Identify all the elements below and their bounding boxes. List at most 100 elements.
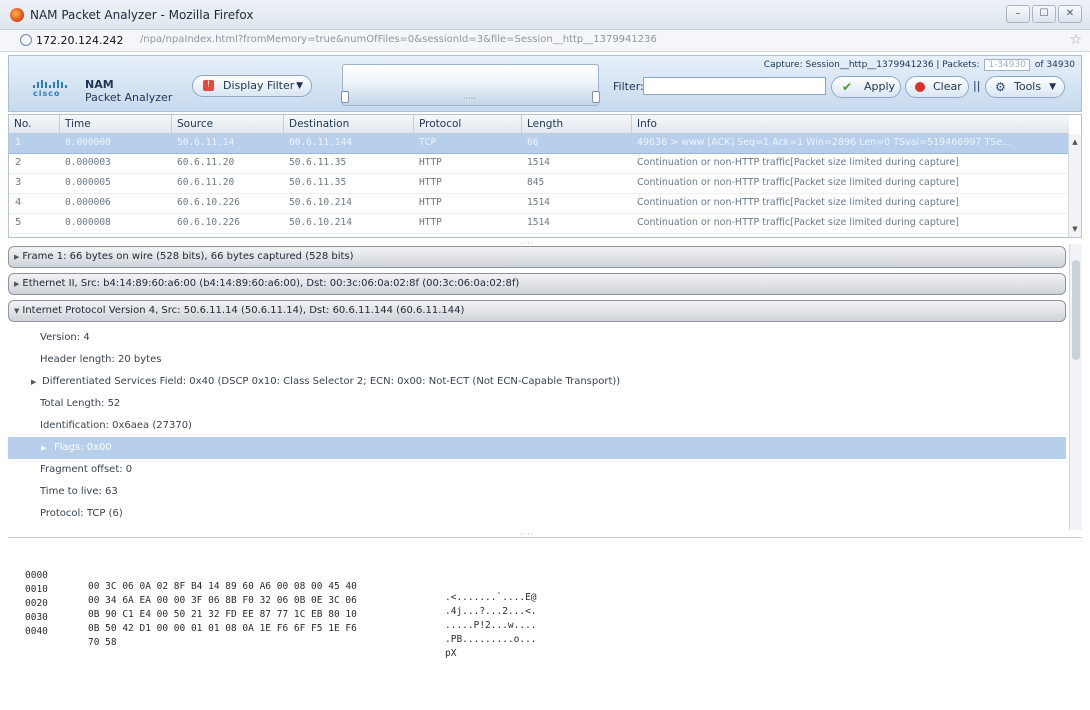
hex-line: 0040 70 58 pX bbox=[8, 615, 456, 659]
apply-label: Apply bbox=[864, 80, 896, 93]
hex-ascii[interactable]: .4j...?...2...<. bbox=[445, 606, 537, 617]
url-path[interactable]: /npa/npaIndex.html?fromMemory=true&numOf… bbox=[140, 34, 657, 45]
details-scroll-thumb[interactable] bbox=[1072, 260, 1080, 360]
cell-time: 0.000005 bbox=[65, 177, 111, 188]
tree-field-label: Identification: 0x6aea (27370) bbox=[40, 420, 192, 431]
table-row[interactable]: 4 0.000006 60.6.10.226 50.6.10.214 HTTP … bbox=[9, 194, 1069, 214]
table-row[interactable]: 1 0.000000 50.6.11.14 60.6.11.144 TCP 66… bbox=[9, 134, 1069, 154]
timeline-grip-icon: ····· bbox=[463, 94, 476, 103]
filter-icon: ! bbox=[203, 80, 214, 91]
tree-field[interactable]: ▶ Differentiated Services Field: 0x40 (D… bbox=[8, 371, 1066, 393]
capture-info: Capture: Session__http__1379941236 | Pac… bbox=[763, 59, 1075, 71]
tree-field[interactable]: Identification: 0x6aea (27370) bbox=[8, 415, 1066, 437]
scroll-down-icon[interactable]: ▼ bbox=[1069, 223, 1081, 235]
filter-label: Filter: bbox=[613, 80, 644, 93]
address-bar[interactable]: 172.20.124.242 /npa/npaIndex.html?fromMe… bbox=[0, 30, 1090, 52]
cell-source: 60.6.11.20 bbox=[177, 177, 235, 188]
cell-no: 1 bbox=[15, 137, 22, 148]
site-identity-icon[interactable] bbox=[20, 34, 32, 46]
close-button[interactable]: ✕ bbox=[1058, 5, 1082, 23]
cell-source: 60.6.11.20 bbox=[177, 157, 235, 168]
tree-field[interactable]: Fragment offset: 0 bbox=[8, 459, 1066, 481]
url-host[interactable]: 172.20.124.242 bbox=[36, 34, 123, 47]
cell-time: 0.000000 bbox=[65, 137, 111, 148]
column-header-no[interactable]: No. bbox=[9, 115, 59, 133]
cell-length: 1514 bbox=[527, 197, 550, 208]
firefox-icon bbox=[10, 8, 24, 22]
column-header-destination[interactable]: Destination bbox=[283, 115, 413, 133]
app-name: NAM bbox=[85, 78, 114, 91]
tree-group-ethernet[interactable]: ▶ Ethernet II, Src: b4:14:89:60:a6:00 (b4… bbox=[8, 273, 1066, 295]
column-header-length[interactable]: Length bbox=[521, 115, 631, 133]
tree-field[interactable]: Protocol: TCP (6) bbox=[8, 503, 1066, 525]
cell-time: 0.000003 bbox=[65, 157, 111, 168]
cell-destination: 50.6.11.35 bbox=[289, 177, 347, 188]
gear-icon: ⚙ bbox=[995, 80, 1006, 94]
hex-bytes[interactable]: 70 58 bbox=[88, 637, 117, 648]
column-header-time[interactable]: Time bbox=[59, 115, 171, 133]
apply-button[interactable]: ✔ Apply bbox=[831, 76, 901, 98]
toolbar-separator: || bbox=[973, 79, 981, 92]
cell-info: 49636 > www [ACK] Seq=1 Ack=1 Win=2896 L… bbox=[637, 137, 1012, 148]
packet-details-pane: ▶ Frame 1: 66 bytes on wire (528 bits), 6… bbox=[8, 244, 1082, 530]
hex-bytes[interactable]: 00 3C 06 0A 02 8F B4 14 89 60 A6 00 08 0… bbox=[88, 581, 357, 592]
scroll-up-icon[interactable]: ▲ bbox=[1069, 136, 1081, 148]
details-scrollbar[interactable] bbox=[1069, 244, 1082, 530]
hex-bytes[interactable]: 0B 90 C1 E4 00 50 21 32 FD EE 87 77 1C E… bbox=[88, 609, 357, 620]
timeline-end-handle[interactable] bbox=[592, 91, 600, 103]
tree-field[interactable]: Header length: 20 bytes bbox=[8, 349, 1066, 371]
hex-bytes[interactable]: 00 34 6A EA 00 00 3F 06 8B F0 32 06 0B 0… bbox=[88, 595, 357, 606]
cell-no: 5 bbox=[15, 217, 22, 228]
hex-ascii[interactable]: .....P!2...w.... bbox=[445, 620, 537, 631]
packets-range[interactable]: 1-34930 bbox=[984, 59, 1030, 71]
tree-field-label: Version: 4 bbox=[40, 332, 90, 343]
display-filter-button[interactable]: ! Display Filter ▼ bbox=[192, 75, 312, 97]
tree-field-selected[interactable]: ▶ Flags: 0x00 bbox=[8, 437, 1066, 459]
table-row[interactable]: 3 0.000005 60.6.11.20 50.6.11.35 HTTP 84… bbox=[9, 174, 1069, 194]
tree-field[interactable]: Version: 4 bbox=[8, 327, 1066, 349]
checkmark-icon: ✔ bbox=[842, 80, 853, 94]
hex-line: 0010 00 34 6A EA 00 00 3F 06 8B F0 32 06… bbox=[8, 573, 537, 617]
packets-total: of 34930 bbox=[1034, 60, 1075, 70]
tree-field-label: Fragment offset: 0 bbox=[40, 464, 133, 475]
cell-destination: 50.6.10.214 bbox=[289, 197, 352, 208]
hex-ascii[interactable]: pX bbox=[445, 648, 456, 659]
cell-destination: 50.6.11.35 bbox=[289, 157, 347, 168]
tree-group-ipv4[interactable]: ▼ Internet Protocol Version 4, Src: 50.6.… bbox=[8, 300, 1066, 322]
hex-dump-pane: 0000 00 3C 06 0A 02 8F B4 14 89 60 A6 00… bbox=[8, 537, 1082, 703]
packet-list-scrollbar[interactable]: ▲ ▼ bbox=[1068, 134, 1081, 237]
column-header-source[interactable]: Source bbox=[171, 115, 283, 133]
clear-button[interactable]: Clear bbox=[905, 76, 969, 98]
cell-protocol: TCP bbox=[419, 137, 437, 148]
minimize-button[interactable]: – bbox=[1006, 5, 1030, 23]
tree-field[interactable]: Time to live: 63 bbox=[8, 481, 1066, 503]
filter-input[interactable] bbox=[643, 77, 826, 95]
window-title: NAM Packet Analyzer - Mozilla Firefox bbox=[30, 8, 254, 22]
capture-timeline[interactable]: ····· bbox=[341, 64, 600, 106]
cell-time: 0.000006 bbox=[65, 197, 111, 208]
column-header-protocol[interactable]: Protocol bbox=[413, 115, 521, 133]
clear-icon bbox=[915, 82, 925, 92]
collapse-triangle-icon: ▼ bbox=[14, 307, 20, 315]
table-row[interactable]: 5 0.000008 60.6.10.226 50.6.10.214 HTTP … bbox=[9, 214, 1069, 234]
tools-label: Tools bbox=[1014, 80, 1042, 93]
timeline-start-handle[interactable] bbox=[341, 91, 349, 103]
capture-session-text: Capture: Session__http__1379941236 | Pac… bbox=[763, 60, 980, 70]
hex-ascii[interactable]: .<.......`....E@ bbox=[445, 592, 537, 603]
cell-info: Continuation or non-HTTP traffic[Packet … bbox=[637, 197, 959, 208]
tree-field-label: Header length: 20 bytes bbox=[40, 354, 162, 365]
column-header-info[interactable]: Info bbox=[631, 115, 1069, 133]
expand-triangle-icon: ▶ bbox=[14, 280, 20, 288]
maximize-button[interactable]: ☐ bbox=[1032, 5, 1056, 23]
tools-button[interactable]: ⚙ Tools ▼ bbox=[985, 76, 1065, 98]
tree-group-label: Internet Protocol Version 4, Src: 50.6.1… bbox=[22, 305, 465, 316]
hex-bytes[interactable]: 0B 50 42 D1 00 00 01 01 08 0A 1E F6 6F F… bbox=[88, 623, 357, 634]
hex-ascii[interactable]: .PB.........o... bbox=[445, 634, 537, 645]
hex-line: 0020 0B 90 C1 E4 00 50 21 32 FD EE 87 77… bbox=[8, 587, 537, 631]
cell-no: 2 bbox=[15, 157, 22, 168]
bookmark-star-icon[interactable]: ☆ bbox=[1069, 32, 1082, 48]
tree-group-label: Ethernet II, Src: b4:14:89:60:a6:00 (b4:… bbox=[22, 278, 520, 289]
tree-field[interactable]: Total Length: 52 bbox=[8, 393, 1066, 415]
tree-group-frame[interactable]: ▶ Frame 1: 66 bytes on wire (528 bits), 6… bbox=[8, 246, 1066, 268]
table-row[interactable]: 2 0.000003 60.6.11.20 50.6.11.35 HTTP 15… bbox=[9, 154, 1069, 174]
